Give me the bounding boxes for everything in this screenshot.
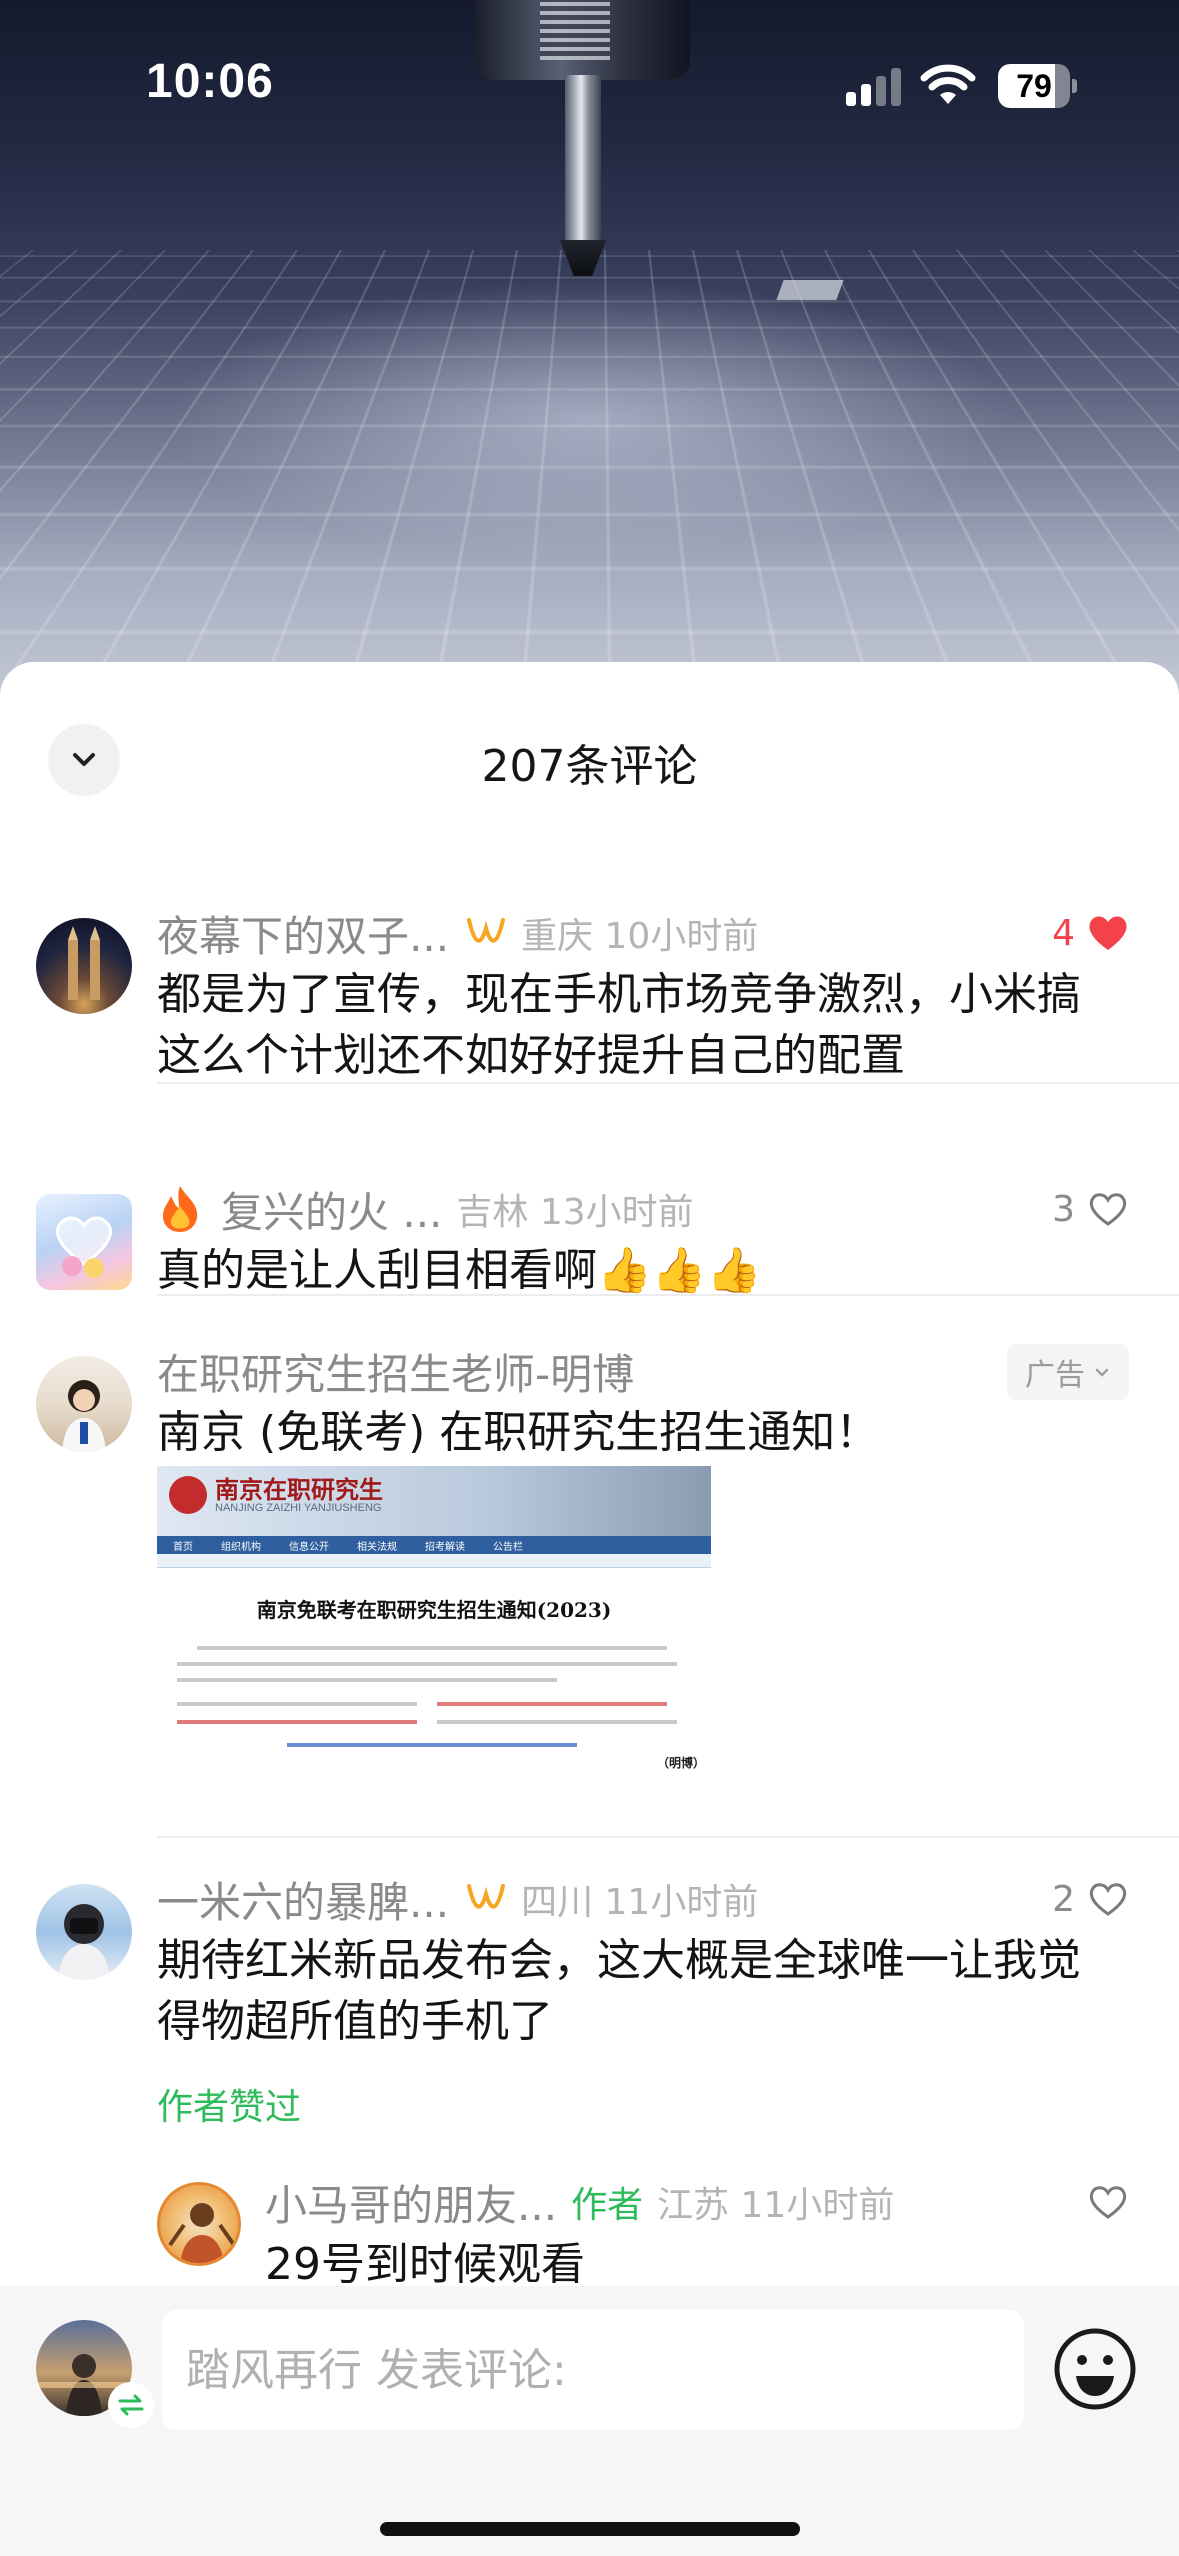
comment-count-title: 207条评论 <box>481 741 698 792</box>
ad-text-line <box>177 1702 417 1706</box>
divider <box>157 1836 1179 1838</box>
avatar[interactable] <box>36 1884 132 1980</box>
ad-text: 南京 (免联考) 在职研究生招生通知！ <box>157 1407 880 1458</box>
fan-badge-icon <box>467 918 506 943</box>
ad-tag-label: 广告 <box>1025 1358 1085 1393</box>
reply-avatar[interactable] <box>157 2182 241 2266</box>
ad-tag-button[interactable]: 广告 <box>1007 1344 1129 1400</box>
username[interactable]: 一米六的暴脾... <box>157 1869 449 1930</box>
location-time: 吉林 13小时前 <box>456 1192 694 1233</box>
comment-meta: 复兴的火 ... 吉林 13小时前 <box>157 1179 694 1239</box>
location-time: 江苏 11小时前 <box>657 2185 895 2226</box>
ad-text-line <box>197 1646 667 1650</box>
ad-text-line <box>437 1702 667 1706</box>
author-tag: 作者 <box>571 2185 644 2226</box>
like-count: 4 <box>1052 912 1075 954</box>
username[interactable]: 复兴的火 ... <box>221 1179 442 1240</box>
like-button[interactable]: 2 <box>1052 1869 1129 1929</box>
wifi-icon <box>920 64 976 104</box>
switch-account-button[interactable] <box>108 2382 154 2428</box>
ad-text-line <box>437 1720 677 1724</box>
comment-input[interactable] <box>162 2310 1024 2430</box>
heart-icon <box>1089 1193 1127 1226</box>
username[interactable]: 夜幕下的双子... <box>157 903 449 964</box>
comment-meta: 夜幕下的双子... 重庆 10小时前 <box>157 903 758 963</box>
home-indicator[interactable] <box>380 2522 800 2536</box>
ad-image[interactable]: 南京在职研究生 NANJING ZAIZHI YANJIUSHENG 首页 组织… <box>157 1466 711 1776</box>
ad-banner: 南京在职研究生 NANJING ZAIZHI YANJIUSHENG <box>157 1466 711 1536</box>
comment-item[interactable]: 夜幕下的双子... 重庆 10小时前 4 都是为了宣传，现在手机市场竞争激烈，小… <box>0 856 1179 1136</box>
ad-nav-item: 相关法规 <box>357 1541 397 1553</box>
comment-input-bar <box>0 2286 1179 2556</box>
ad-nav-item: 信息公开 <box>289 1541 329 1553</box>
like-button[interactable] <box>1087 2172 1129 2232</box>
comment-text: 真的是让人刮目相看啊👍👍👍 <box>157 1245 762 1296</box>
battery-icon: 79 <box>998 64 1078 108</box>
seal-icon <box>169 1476 207 1514</box>
ad-item[interactable]: 在职研究生招生老师-明博 广告 南京 (免联考) 在职研究生招生通知！ 南京在职… <box>0 1316 1179 1916</box>
like-count: 3 <box>1052 1188 1075 1230</box>
status-bar: 10:06 79 <box>0 0 1179 175</box>
reply-meta: 小马哥的朋友... 作者 江苏 11小时前 <box>265 2172 894 2232</box>
ad-meta: 在职研究生招生老师-明博 <box>157 1341 634 1401</box>
divider <box>157 1082 1179 1084</box>
location-time: 四川 11小时前 <box>521 1882 759 1923</box>
ad-headline: 南京免联考在职研究生招生通知(2023) <box>256 1598 612 1622</box>
divider <box>157 1294 1179 1296</box>
smiley-icon[interactable] <box>1052 2326 1138 2412</box>
comment-text: 期待红米新品发布会，这大概是全球唯一让我觉得物超所值的手机了 <box>157 1935 1081 2047</box>
fan-badge-icon <box>467 1884 506 1909</box>
comment-item[interactable]: 一米六的暴脾... 四川 11小时前 2 期待红米新品发布会，这大概是全球唯一让… <box>0 1858 1179 2178</box>
battery-level: 79 <box>1016 68 1052 104</box>
ad-text-line <box>177 1662 677 1666</box>
ad-avatar[interactable] <box>36 1356 132 1452</box>
ad-text-line <box>177 1678 557 1682</box>
sheet-header: 207条评论 <box>0 662 1179 862</box>
ad-nav-item: 公告栏 <box>493 1541 523 1553</box>
heart-icon <box>1089 916 1127 950</box>
comment-sheet: 207条评论 夜幕下的双子... 重庆 10小时前 4 都是为了宣传，现在手机市… <box>0 662 1179 2556</box>
comment-item[interactable]: 复兴的火 ... 吉林 13小时前 3 真的是让人刮目相看啊👍👍👍 <box>0 1104 1179 1324</box>
ad-subnav <box>157 1554 711 1568</box>
comment-meta: 一米六的暴脾... 四川 11小时前 <box>157 1869 758 1929</box>
like-count: 2 <box>1052 1878 1075 1920</box>
ad-nav-item: 组织机构 <box>221 1541 261 1553</box>
username[interactable]: 小马哥的朋友... <box>265 2172 557 2233</box>
location-time: 重庆 10小时前 <box>521 916 759 957</box>
chevron-down-icon <box>1095 1368 1109 1377</box>
like-button[interactable]: 3 <box>1052 1179 1129 1239</box>
avatar[interactable] <box>36 918 132 1014</box>
fire-icon <box>162 1186 198 1232</box>
ad-banner-subtitle: NANJING ZAIZHI YANJIUSHENG <box>215 1502 382 1514</box>
avatar[interactable] <box>36 1194 132 1290</box>
author-liked-label: 作者赞过 <box>157 2087 302 2128</box>
wafer-grid <box>0 250 1179 700</box>
ad-signature: （明博） <box>657 1756 706 1770</box>
chip-piece <box>776 280 844 300</box>
reply-item[interactable]: 小马哥的朋友... 作者 江苏 11小时前 29号到时候观看 <box>0 2172 1179 2292</box>
ad-link <box>287 1743 577 1747</box>
heart-icon <box>1089 2186 1127 2219</box>
status-time: 10:06 <box>146 55 274 108</box>
comment-text: 都是为了宣传，现在手机市场竞争激烈，小米搞这么个计划还不如好好提升自己的配置 <box>157 969 1081 1081</box>
ad-nav-item: 首页 <box>173 1541 193 1553</box>
ad-nav-item: 招考解读 <box>425 1541 465 1553</box>
heart-icon <box>1089 1883 1127 1916</box>
ad-username[interactable]: 在职研究生招生老师-明博 <box>157 1341 634 1402</box>
switch-account-icon <box>118 2394 144 2416</box>
ad-banner-title: 南京在职研究生 <box>215 1475 383 1504</box>
ad-text-line <box>177 1720 417 1724</box>
cellular-signal-icon <box>846 68 901 106</box>
like-button[interactable]: 4 <box>1052 903 1129 963</box>
ad-nav: 首页 组织机构 信息公开 相关法规 招考解读 公告栏 <box>157 1536 711 1554</box>
